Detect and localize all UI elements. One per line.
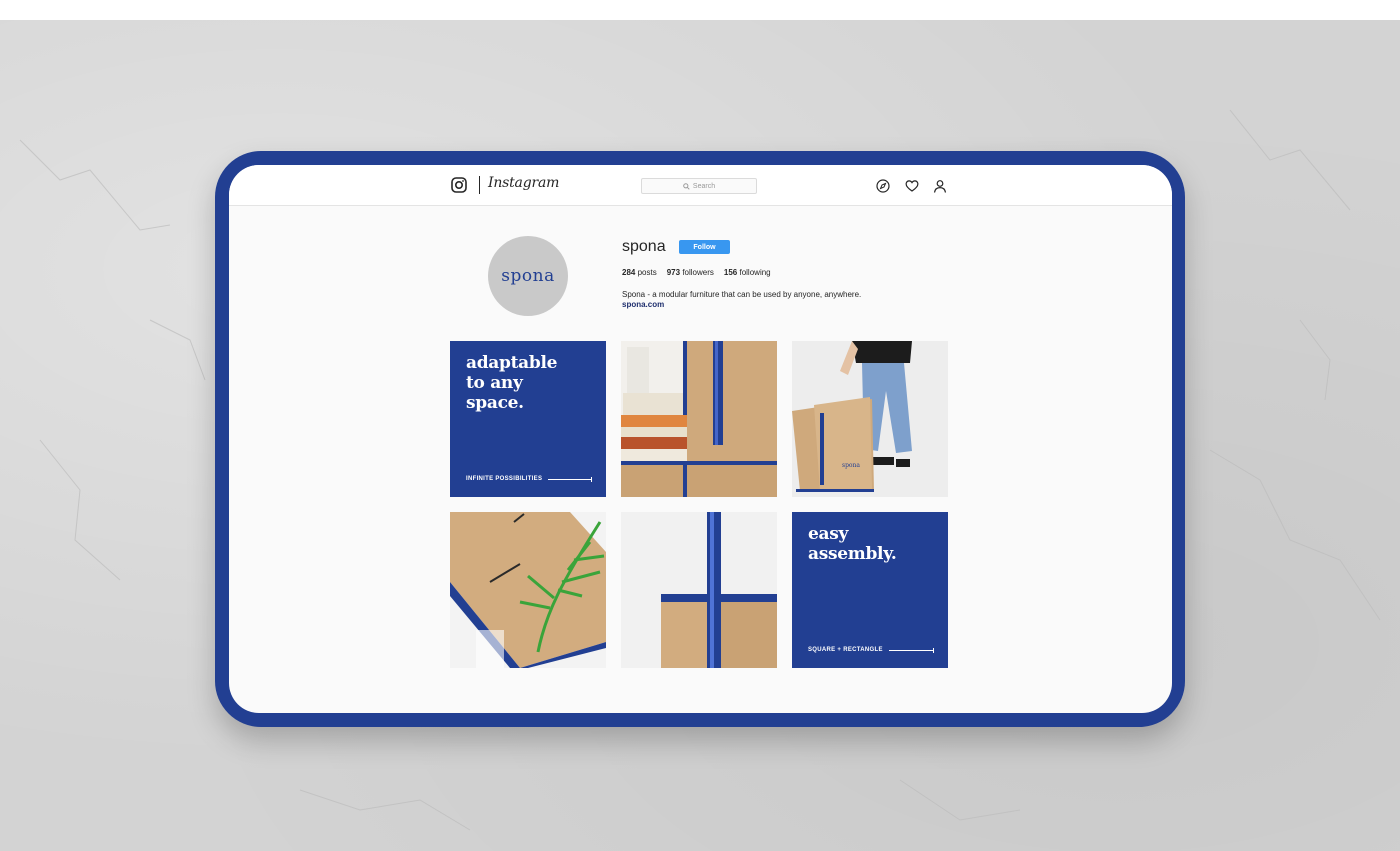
person-assembling-photo: spona bbox=[792, 341, 948, 497]
posts-count: 284 bbox=[622, 268, 636, 277]
profile-username: spona bbox=[622, 238, 666, 255]
post-tile-easy-assembly[interactable]: easy assembly. SQUARE + RECTANGLE bbox=[792, 512, 948, 668]
profile-bio: Spona - a modular furniture that can be … bbox=[622, 290, 861, 310]
stool-brand-stamp: spona bbox=[842, 462, 860, 469]
instagram-camera-icon[interactable] bbox=[451, 177, 467, 193]
followers-count: 973 bbox=[666, 268, 681, 277]
footer-rule bbox=[548, 476, 592, 482]
avatar-logo-text: spona bbox=[501, 266, 555, 286]
post-footer: INFINITE POSSIBILITIES bbox=[466, 476, 592, 482]
search-icon bbox=[683, 182, 690, 190]
post-footer-text: INFINITE POSSIBILITIES bbox=[466, 476, 543, 482]
following-count: 156 bbox=[723, 268, 738, 277]
compass-icon[interactable] bbox=[876, 179, 890, 193]
followers-stat[interactable]: 973 followers bbox=[667, 268, 714, 277]
posts-stat[interactable]: 284 posts bbox=[622, 268, 657, 277]
post-tile-shelf-books[interactable] bbox=[621, 341, 777, 497]
top-navigation-bar: Instagram Search bbox=[229, 165, 1172, 206]
following-label: following bbox=[739, 268, 771, 277]
headline-line: assembly. bbox=[808, 544, 897, 564]
headline-line: space. bbox=[466, 393, 524, 413]
cardboard-plant-photo bbox=[450, 512, 606, 668]
posts-label: posts bbox=[637, 268, 657, 277]
instagram-wordmark[interactable]: Instagram bbox=[488, 175, 559, 191]
search-placeholder: Search bbox=[692, 182, 716, 190]
following-stat[interactable]: 156 following bbox=[724, 268, 771, 277]
post-footer-text: SQUARE + RECTANGLE bbox=[808, 647, 883, 653]
profile-stats: 284 posts 973 followers 156 following bbox=[622, 268, 771, 277]
logo-divider bbox=[479, 176, 480, 194]
post-footer: SQUARE + RECTANGLE bbox=[808, 647, 935, 653]
post-headline: easy assembly. bbox=[808, 524, 897, 564]
search-input[interactable]: Search bbox=[641, 178, 757, 194]
heart-icon[interactable] bbox=[905, 179, 919, 193]
post-tile-adaptable[interactable]: adaptable to any space. INFINITE POSSIBI… bbox=[450, 341, 606, 497]
post-tile-joint[interactable] bbox=[621, 512, 777, 668]
footer-rule bbox=[888, 647, 935, 653]
cardboard-joint-photo bbox=[621, 512, 777, 668]
post-tile-person-assembling[interactable]: spona bbox=[792, 341, 948, 497]
headline-line: adaptable bbox=[466, 353, 558, 373]
follow-button[interactable]: Follow bbox=[679, 240, 730, 254]
user-icon[interactable] bbox=[933, 179, 947, 193]
followers-label: followers bbox=[682, 268, 714, 277]
headline-line: to any bbox=[466, 373, 523, 393]
headline-line: easy bbox=[808, 524, 849, 544]
instagram-profile-screen: Instagram Search spona spona Follow 284 … bbox=[229, 165, 1172, 713]
bio-text: Spona - a modular furniture that can be … bbox=[622, 290, 862, 299]
shelf-books-photo bbox=[621, 341, 777, 497]
post-tile-plant[interactable] bbox=[450, 512, 606, 668]
website-link[interactable]: spona.com bbox=[622, 300, 861, 310]
post-headline: adaptable to any space. bbox=[466, 353, 557, 413]
avatar[interactable]: spona bbox=[488, 236, 568, 316]
